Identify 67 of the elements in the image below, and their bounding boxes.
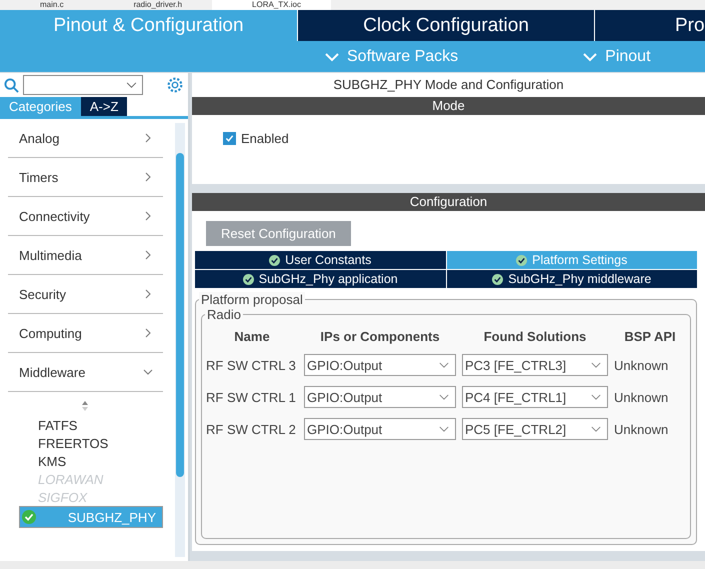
- bsp-api-value: Unknown: [614, 358, 670, 372]
- category-item[interactable]: Connectivity: [8, 197, 163, 236]
- chevron-down-icon: [591, 394, 601, 400]
- category-item[interactable]: Computing: [8, 314, 163, 353]
- checkbox[interactable]: [223, 132, 236, 145]
- chevron-down-icon: [583, 52, 598, 62]
- main-tab[interactable]: Clock Configuration: [297, 10, 594, 41]
- chevron-down-icon: [126, 82, 137, 89]
- bsp-api-value: Unknown: [614, 390, 670, 404]
- check-circle-icon: [492, 274, 504, 284]
- library-list-item[interactable]: FATFS: [19, 416, 153, 434]
- signal-name: RF SW CTRL 3: [206, 358, 297, 372]
- scrollbar[interactable]: [175, 123, 185, 557]
- editor-tab[interactable]: LORA_TX.ioc: [212, 0, 331, 10]
- category-label: Multimedia: [19, 248, 82, 262]
- check-circle-icon: [242, 274, 254, 284]
- category-item[interactable]: Multimedia: [8, 236, 163, 275]
- panel-title: SUBGHZ_PHY Mode and Configuration: [192, 73, 705, 97]
- category-item[interactable]: Analog: [8, 119, 163, 158]
- editor-tab[interactable]: radio_driver.h: [94, 0, 212, 10]
- category-item[interactable]: Security: [8, 275, 163, 314]
- library-list-item[interactable]: FREERTOS: [19, 434, 153, 452]
- check-circle-icon: [516, 254, 528, 266]
- signal-name: RF SW CTRL 1: [206, 390, 297, 404]
- category-label: Security: [19, 286, 66, 302]
- sort-icon[interactable]: [81, 400, 89, 412]
- solution-dropdown[interactable]: PC3 [FE_CTRL3]: [462, 354, 608, 376]
- config-tab[interactable]: User Constants: [195, 251, 446, 269]
- library-list-item[interactable]: KMS: [19, 452, 153, 470]
- bsp-api-value: Unknown: [614, 422, 670, 436]
- category-label: Middleware: [19, 364, 86, 380]
- chevron-down-icon: [591, 426, 601, 432]
- main-tab[interactable]: Pro: [594, 10, 705, 41]
- settings-icon[interactable]: [166, 76, 184, 94]
- solution-dropdown[interactable]: PC5 [FE_CTRL2]: [462, 418, 608, 440]
- enabled-checkbox[interactable]: Enabled: [223, 131, 289, 146]
- category-label: Computing: [19, 326, 82, 340]
- editor-tab[interactable]: main.c: [0, 0, 94, 10]
- section-header: Mode: [192, 97, 705, 115]
- column-header: BSP API: [623, 329, 677, 344]
- search-icon: [4, 78, 19, 92]
- chevron-down-icon: [591, 362, 601, 368]
- component-dropdown[interactable]: GPIO:Output: [304, 386, 456, 408]
- section-header: Configuration: [192, 193, 705, 211]
- group-legend: Platform proposal: [199, 292, 305, 307]
- signal-name: RF SW CTRL 2: [206, 422, 297, 436]
- category-label: Timers: [19, 170, 58, 184]
- chevron-down-icon: [439, 394, 449, 400]
- search-field[interactable]: [23, 75, 143, 95]
- component-dropdown[interactable]: GPIO:Output: [304, 418, 456, 440]
- column-header: Name: [233, 329, 271, 344]
- column-header: IPs or Components: [319, 329, 441, 344]
- column-header: Found Solutions: [482, 329, 588, 344]
- config-tab[interactable]: SubGHz_Phy application: [195, 270, 446, 288]
- chevron-down-icon: [439, 362, 449, 368]
- chevron-down-icon: [325, 52, 339, 62]
- group-legend: Radio: [205, 307, 243, 322]
- category-label: Connectivity: [19, 208, 90, 224]
- component-dropdown[interactable]: GPIO:Output: [304, 354, 456, 376]
- chevron-down-icon: [439, 426, 449, 432]
- solution-dropdown[interactable]: PC4 [FE_CTRL1]: [462, 386, 608, 408]
- check-circle-icon: [269, 254, 280, 266]
- category-item[interactable]: Timers: [8, 158, 163, 197]
- category-label: Analog: [19, 130, 60, 146]
- category-item[interactable]: Middleware: [8, 353, 163, 392]
- config-tab[interactable]: SubGHz_Phy middleware: [446, 270, 697, 288]
- category-tab[interactable]: A->Z: [80, 97, 128, 116]
